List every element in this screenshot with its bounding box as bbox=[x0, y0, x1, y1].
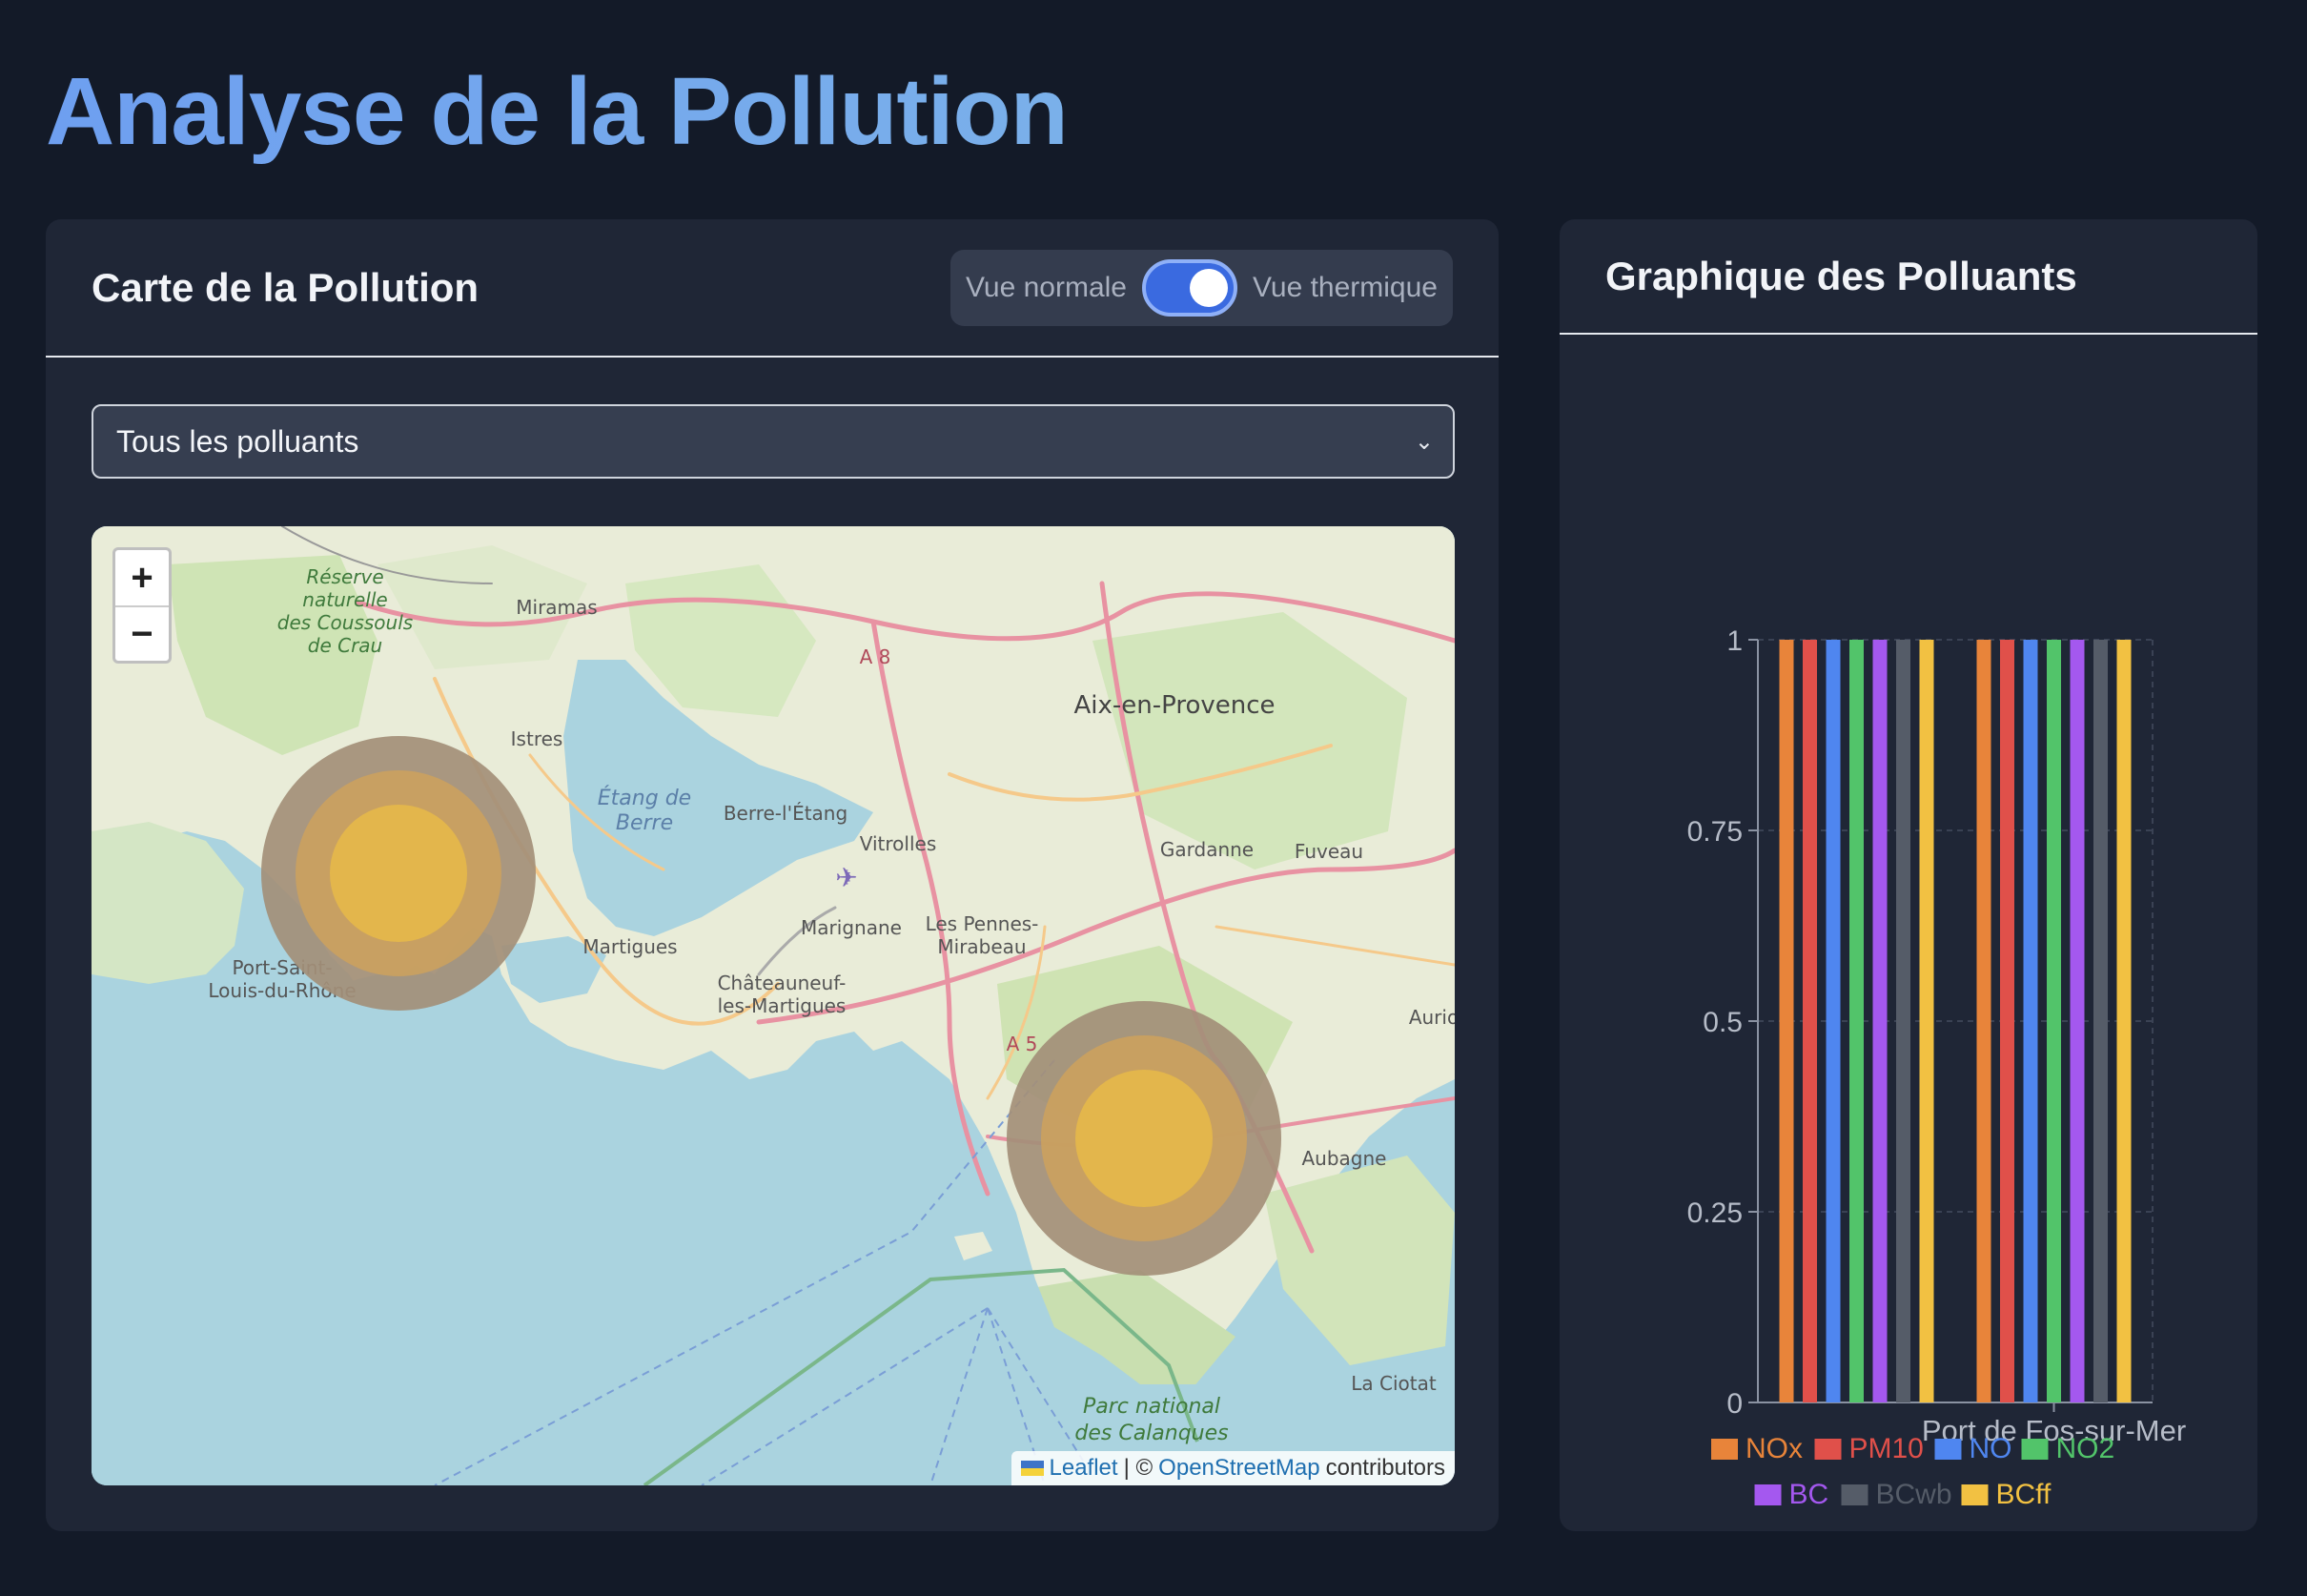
map-label-reserve-1: Réserve bbox=[306, 565, 383, 588]
switch-knob bbox=[1189, 268, 1228, 307]
view-toggle: Vue normale Vue thermique bbox=[950, 249, 1453, 326]
zoom-out-button[interactable]: − bbox=[115, 605, 169, 661]
map-label-marignane: Marignane bbox=[801, 916, 902, 939]
bar-bcff bbox=[2116, 640, 2132, 1402]
map-label-vitrolles: Vitrolles bbox=[860, 832, 937, 855]
map-card-header: Carte de la Pollution Vue normale Vue th… bbox=[46, 219, 1499, 358]
pollutant-select-value: Tous les polluants bbox=[116, 423, 359, 459]
y-tick-label: 0.5 bbox=[1703, 1007, 1743, 1038]
attribution-suffix: contributors bbox=[1325, 1455, 1445, 1481]
attribution-separator: | © bbox=[1123, 1455, 1154, 1481]
map-label-etang-1: Étang de bbox=[598, 786, 691, 810]
map-label-aix: Aix-en-Provence bbox=[1073, 691, 1275, 720]
map-label-chateauneuf-2: les-Martigues bbox=[718, 994, 847, 1017]
pollutant-select[interactable]: Tous les polluants ⌄ bbox=[92, 404, 1455, 479]
map-tiles: Réserve naturelle des Coussouls de Crau … bbox=[92, 526, 1455, 1485]
map-label-berre: Berre-l'Étang bbox=[724, 802, 847, 825]
bar-bc bbox=[1872, 640, 1888, 1402]
legend-label-bc: BC bbox=[1789, 1479, 1829, 1510]
map-label-miramas: Miramas bbox=[516, 596, 597, 619]
map-label-reserve-4: de Crau bbox=[308, 634, 382, 657]
legend-swatch-bcwb bbox=[1841, 1484, 1868, 1505]
map-card: Carte de la Pollution Vue normale Vue th… bbox=[46, 219, 1499, 1531]
bar-no bbox=[2023, 640, 2038, 1402]
map-label-reserve-2: naturelle bbox=[302, 588, 387, 611]
map-label-gardanne: Gardanne bbox=[1160, 838, 1254, 861]
thermal-view-switch[interactable] bbox=[1141, 258, 1237, 317]
map-label-calanques-2: des Calanques bbox=[1074, 1422, 1228, 1445]
map-label-chateauneuf-1: Châteauneuf- bbox=[718, 972, 847, 994]
legend-label-no2: NO2 bbox=[2056, 1433, 2115, 1464]
chart-card: Graphique des Polluants 0 0.25 0.5 0.75 1 Por… bbox=[1560, 219, 2257, 1531]
chart-card-header: Graphique des Polluants bbox=[1560, 219, 2257, 335]
heat-marker-west[interactable] bbox=[261, 736, 536, 1011]
bar-bcff bbox=[1919, 640, 1934, 1402]
osm-link[interactable]: OpenStreetMap bbox=[1158, 1455, 1319, 1482]
zoom-in-button[interactable]: + bbox=[115, 550, 169, 605]
map-label-aubagne: Aubagne bbox=[1302, 1147, 1387, 1170]
map-label-istres: Istres bbox=[511, 727, 563, 750]
chart-card-title: Graphique des Polluants bbox=[1605, 253, 2077, 298]
bar-bc bbox=[2070, 640, 2085, 1402]
zoom-control: + − bbox=[112, 547, 172, 664]
legend-swatch-pm10 bbox=[1814, 1439, 1842, 1460]
legend-label-bcwb: BCwb bbox=[1876, 1479, 1952, 1510]
normal-view-label[interactable]: Vue normale bbox=[966, 272, 1127, 304]
bar-bcwb bbox=[2093, 640, 2108, 1402]
legend-swatch-nox bbox=[1711, 1439, 1738, 1460]
bar-bcwb bbox=[1896, 640, 1910, 1402]
bar-nox bbox=[1779, 640, 1794, 1402]
chevron-down-icon: ⌄ bbox=[1414, 428, 1434, 455]
bar-chart: 00.250.50.751Port de Fos-sur-MerNOx PM10 N… bbox=[1687, 625, 2187, 1510]
map-label-martigues: Martigues bbox=[582, 935, 677, 958]
bar-pm10 bbox=[1803, 640, 1817, 1402]
y-tick-label: 1 bbox=[1726, 625, 1743, 657]
ukraine-flag-icon bbox=[1020, 1461, 1044, 1476]
airport-icon: ✈ bbox=[835, 863, 857, 892]
map-label-auriol: Aurio bbox=[1409, 1006, 1455, 1029]
y-tick-label: 0.75 bbox=[1687, 816, 1743, 848]
map-label-a8: A 8 bbox=[860, 645, 891, 668]
map-label-pennes-2: Mirabeau bbox=[937, 935, 1026, 958]
leaflet-link[interactable]: Leaflet bbox=[1050, 1455, 1118, 1482]
map-label-calanques-1: Parc national bbox=[1083, 1395, 1220, 1419]
legend-swatch-no2 bbox=[2021, 1439, 2049, 1460]
map-card-title: Carte de la Pollution bbox=[92, 264, 480, 310]
map-label-ciotat: La Ciotat bbox=[1351, 1372, 1437, 1395]
bar-no2 bbox=[1849, 640, 1864, 1402]
map-label-a5: A 5 bbox=[1007, 1033, 1038, 1055]
map-label-fuveau: Fuveau bbox=[1295, 840, 1363, 863]
bar-pm10 bbox=[2000, 640, 2014, 1402]
legend-label-no: NO bbox=[1970, 1433, 2012, 1464]
y-tick-label: 0 bbox=[1726, 1388, 1743, 1420]
bar-no bbox=[1826, 640, 1841, 1402]
legend-swatch-bcff bbox=[1961, 1484, 1989, 1505]
map-attribution: Leaflet | © OpenStreetMap contributors bbox=[1011, 1451, 1455, 1485]
legend-swatch-bc bbox=[1754, 1484, 1782, 1505]
page-title: Analyse de la Pollution bbox=[46, 58, 1069, 165]
pollution-map[interactable]: Réserve naturelle des Coussouls de Crau … bbox=[92, 526, 1455, 1485]
legend-label-nox: NOx bbox=[1746, 1433, 1803, 1464]
map-label-pennes-1: Les Pennes- bbox=[926, 912, 1039, 935]
legend-label-pm10: PM10 bbox=[1849, 1433, 1924, 1464]
y-tick-label: 0.25 bbox=[1687, 1197, 1743, 1229]
bar-no2 bbox=[2047, 640, 2061, 1402]
bar-nox bbox=[1976, 640, 1991, 1402]
legend-label-bcff: BCff bbox=[1996, 1479, 2052, 1510]
map-label-reserve-3: des Coussouls bbox=[277, 611, 413, 634]
thermal-view-label[interactable]: Vue thermique bbox=[1253, 272, 1438, 304]
heat-marker-east[interactable] bbox=[1007, 1001, 1281, 1276]
map-label-etang-2: Berre bbox=[616, 811, 673, 835]
pollutant-chart: 0 0.25 0.5 0.75 1 Port de Fos-sur-Mer NOx PM10 N… bbox=[1560, 335, 2257, 1531]
legend-swatch-no bbox=[1934, 1439, 1962, 1460]
